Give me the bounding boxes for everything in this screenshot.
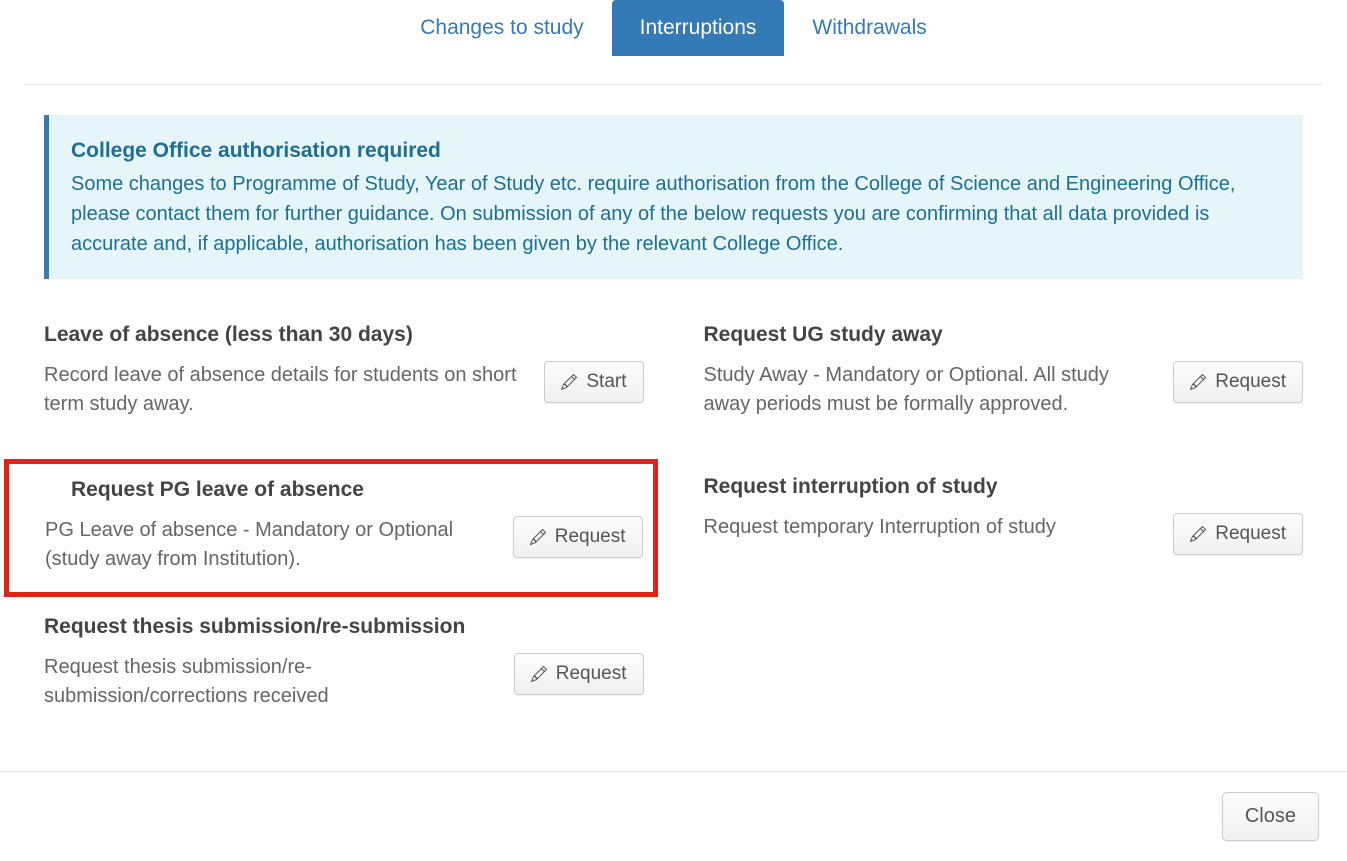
pencil-icon xyxy=(531,666,547,682)
right-column: Request UG study away Study Away - Manda… xyxy=(704,319,1304,751)
pencil-icon xyxy=(530,529,546,545)
authorisation-alert: College Office authorisation required So… xyxy=(44,115,1303,279)
request-thesis-button[interactable]: Request xyxy=(514,653,644,695)
button-label: Request xyxy=(555,526,626,548)
tab-changes-to-study[interactable]: Changes to study xyxy=(392,0,611,56)
card-thesis-submission: Request thesis submission/re-submission … xyxy=(44,611,644,723)
card-title: Request PG leave of absence xyxy=(45,478,643,502)
card-desc: PG Leave of absence - Mandatory or Optio… xyxy=(45,516,493,574)
columns: Leave of absence (less than 30 days) Rec… xyxy=(44,319,1303,751)
button-label: Request xyxy=(556,663,627,685)
tab-bar: Changes to study Interruptions Withdrawa… xyxy=(0,0,1347,56)
card-desc: Record leave of absence details for stud… xyxy=(44,361,524,419)
button-label: Start xyxy=(586,371,626,393)
request-pg-leave-button[interactable]: Request xyxy=(513,516,643,558)
alert-title: College Office authorisation required xyxy=(71,135,1281,167)
footer: Close xyxy=(0,771,1347,861)
close-button[interactable]: Close xyxy=(1222,792,1319,841)
button-label: Request xyxy=(1215,371,1286,393)
card-title: Request thesis submission/re-submission xyxy=(44,615,644,639)
card-desc: Request thesis submission/re-submission/… xyxy=(44,653,494,711)
card-desc: Request temporary Interruption of study xyxy=(704,513,1154,542)
pencil-icon xyxy=(1190,526,1206,542)
left-column: Leave of absence (less than 30 days) Rec… xyxy=(44,319,644,751)
card-interruption: Request interruption of study Request te… xyxy=(704,471,1304,567)
card-title: Leave of absence (less than 30 days) xyxy=(44,323,644,347)
card-leave-of-absence: Leave of absence (less than 30 days) Rec… xyxy=(44,319,644,431)
card-desc: Study Away - Mandatory or Optional. All … xyxy=(704,361,1154,419)
request-ug-study-away-button[interactable]: Request xyxy=(1173,361,1303,403)
alert-body: Some changes to Programme of Study, Year… xyxy=(71,169,1281,259)
content-area: College Office authorisation required So… xyxy=(0,85,1347,751)
button-label: Request xyxy=(1215,523,1286,545)
card-title: Request UG study away xyxy=(704,323,1304,347)
pencil-icon xyxy=(561,374,577,390)
card-pg-leave-of-absence: Request PG leave of absence PG Leave of … xyxy=(4,459,658,597)
tab-withdrawals[interactable]: Withdrawals xyxy=(784,0,954,56)
pencil-icon xyxy=(1190,374,1206,390)
card-title: Request interruption of study xyxy=(704,475,1304,499)
tab-interruptions[interactable]: Interruptions xyxy=(612,0,785,56)
card-ug-study-away: Request UG study away Study Away - Manda… xyxy=(704,319,1304,431)
start-button[interactable]: Start xyxy=(544,361,643,403)
request-interruption-button[interactable]: Request xyxy=(1173,513,1303,555)
